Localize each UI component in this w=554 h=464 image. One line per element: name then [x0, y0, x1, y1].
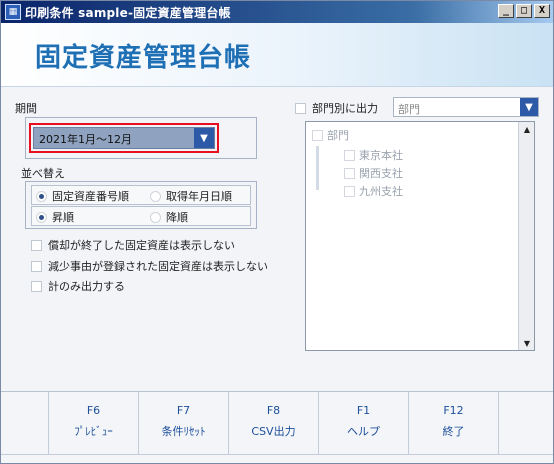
checkbox[interactable]	[31, 280, 42, 292]
dept-select[interactable]: 部門 ▼	[393, 97, 539, 117]
tree-item-kansai[interactable]: 関西支社	[344, 165, 403, 181]
radio-indicator	[150, 190, 161, 202]
sort-key-row: 固定資産番号順 取得年月日順	[31, 185, 251, 205]
fkey-exit-button[interactable]: F12 終了	[409, 392, 499, 454]
fkey-code: F1	[356, 404, 371, 417]
tree-item-kyushu[interactable]: 九州支社	[344, 183, 403, 199]
checkbox[interactable]	[31, 260, 42, 272]
page-title: 固定資産管理台帳	[35, 43, 252, 73]
fkey-csv-button[interactable]: F8 CSV出力	[229, 392, 319, 454]
fkey-label: ヘルプ	[347, 425, 380, 438]
dept-output-toggle[interactable]: 部門別に出力	[295, 100, 378, 116]
checkbox-label: 減少事由が登録された固定資産は表示しない	[48, 260, 268, 273]
radio-sort-acquisition-date[interactable]: 取得年月日順	[150, 188, 232, 204]
radio-label: 固定資産番号順	[52, 190, 129, 203]
checkbox[interactable]	[295, 102, 306, 114]
period-select[interactable]: 2021年1月～12月 ▼	[33, 127, 215, 149]
fkey-label: 終了	[442, 425, 465, 438]
chevron-down-icon[interactable]: ▼	[520, 98, 538, 116]
dept-select-value: 部門	[398, 103, 420, 116]
sort-label: 並べ替え	[21, 167, 65, 180]
radio-indicator	[36, 211, 47, 223]
dept-tree[interactable]: 部門 東京本社 関西支社 九州支社 ▲ ▼	[305, 121, 535, 351]
radio-label: 取得年月日順	[166, 190, 232, 203]
fkey-label: 条件ﾘｾｯﾄ	[161, 425, 206, 438]
checkbox[interactable]	[344, 167, 355, 179]
radio-sort-asset-number[interactable]: 固定資産番号順	[36, 188, 129, 204]
window-title: 印刷条件 sample-固定資産管理台帳	[25, 5, 231, 20]
tree-item-root[interactable]: 部門	[312, 127, 349, 143]
window-controls: _ □ X	[498, 4, 550, 18]
checkbox[interactable]	[344, 149, 355, 161]
fkey-label: CSV出力	[251, 425, 296, 438]
scroll-down-icon[interactable]: ▼	[519, 336, 535, 350]
close-button[interactable]: X	[534, 4, 550, 18]
checkbox-label: 償却が終了した固定資産は表示しない	[48, 239, 235, 252]
fkey-code: F8	[266, 404, 281, 417]
checkbox[interactable]	[31, 239, 42, 251]
radio-order-descending[interactable]: 降順	[150, 209, 188, 225]
fkey-code: F7	[176, 404, 191, 417]
fkey-label: ﾌﾟﾚﾋﾞｭｰ	[74, 425, 113, 438]
option-totals-only[interactable]: 計のみ出力する	[31, 278, 125, 294]
tree-item-label: 九州支社	[359, 185, 403, 198]
radio-label: 降順	[166, 211, 188, 224]
fkey-help-button[interactable]: F1 ヘルプ	[319, 392, 409, 454]
period-label: 期間	[15, 102, 37, 115]
app-icon: ▦	[5, 4, 21, 20]
period-select-value: 2021年1月～12月	[39, 133, 132, 146]
radio-label: 昇順	[52, 211, 74, 224]
tree-item-label: 関西支社	[359, 167, 403, 180]
fkey-code: F6	[86, 404, 101, 417]
checkbox-label: 計のみ出力する	[48, 280, 125, 293]
fkey-code: F12	[443, 404, 464, 417]
checkbox[interactable]	[312, 129, 323, 141]
maximize-button[interactable]: □	[516, 4, 532, 18]
title-bar: ▦ 印刷条件 sample-固定資産管理台帳 _ □ X	[1, 1, 553, 23]
radio-order-ascending[interactable]: 昇順	[36, 209, 74, 225]
print-conditions-window: ▦ 印刷条件 sample-固定資産管理台帳 _ □ X 固定資産管理台帳 期間…	[0, 0, 554, 464]
option-hide-depreciated[interactable]: 償却が終了した固定資産は表示しない	[31, 237, 235, 253]
chevron-down-icon[interactable]: ▼	[194, 128, 214, 148]
radio-indicator	[150, 211, 161, 223]
checkbox-label: 部門別に出力	[312, 102, 378, 115]
fkey-reset-button[interactable]: F7 条件ﾘｾｯﾄ	[139, 392, 229, 454]
tree-item-label: 部門	[327, 129, 349, 142]
fkey-preview-button[interactable]: F6 ﾌﾟﾚﾋﾞｭｰ	[49, 392, 139, 454]
function-key-bar: F6 ﾌﾟﾚﾋﾞｭｰ F7 条件ﾘｾｯﾄ F8 CSV出力 F1 ヘルプ F12…	[1, 391, 553, 463]
radio-indicator	[36, 190, 47, 202]
tree-item-tokyo[interactable]: 東京本社	[344, 147, 403, 163]
scroll-up-icon[interactable]: ▲	[519, 122, 535, 136]
footer-divider	[1, 454, 553, 455]
page-header: 固定資産管理台帳	[1, 23, 553, 87]
option-hide-decreased[interactable]: 減少事由が登録された固定資産は表示しない	[31, 258, 268, 274]
tree-branch-line	[316, 146, 319, 190]
sort-order-row: 昇順 降順	[31, 206, 251, 226]
tree-scrollbar[interactable]: ▲ ▼	[518, 122, 534, 350]
checkbox[interactable]	[344, 185, 355, 197]
tree-item-label: 東京本社	[359, 149, 403, 162]
minimize-button[interactable]: _	[498, 4, 514, 18]
fkey-spacer-left	[1, 392, 49, 454]
